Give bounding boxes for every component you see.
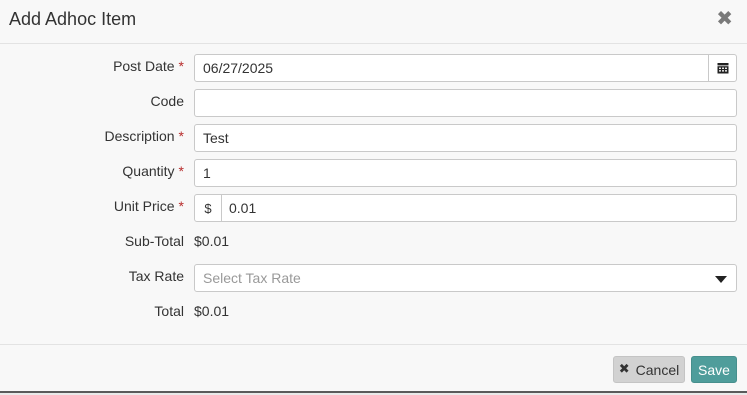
modal-header: Add Adhoc Item ✖ <box>0 0 747 44</box>
description-field-wrapper <box>194 124 737 152</box>
quantity-field-wrapper <box>194 159 737 187</box>
modal-footer: ✖ Cancel Save <box>0 344 747 392</box>
unit-price-input[interactable] <box>195 195 736 221</box>
required-marker: * <box>178 198 184 214</box>
tax-rate-placeholder: Select Tax Rate <box>203 270 301 286</box>
tax-rate-row: Tax Rate Select Tax Rate <box>0 264 747 292</box>
total-row: Total $0.01 <box>0 299 747 327</box>
calendar-button[interactable] <box>708 55 736 81</box>
post-date-input[interactable] <box>195 55 736 81</box>
post-date-field-wrapper <box>194 54 737 82</box>
tax-rate-label: Tax Rate <box>128 268 184 284</box>
cancel-button-label: Cancel <box>635 361 680 378</box>
unit-price-label: Unit Price * <box>113 198 184 214</box>
post-date-row: Post Date * <box>0 54 747 82</box>
code-label: Code <box>150 93 184 109</box>
sub-total-label: Sub-Total <box>124 233 184 249</box>
code-field-wrapper <box>194 89 737 117</box>
add-adhoc-item-dialog: Add Adhoc Item ✖ Post Date* Cod <box>0 0 747 393</box>
post-date-label: Post Date * <box>113 58 184 74</box>
unit-price-field-wrapper: $ <box>194 194 737 222</box>
save-button[interactable]: Save <box>691 356 737 383</box>
sub-total-value: $0.01 <box>194 233 230 249</box>
unit-price-row: Unit Price * $ <box>0 194 747 222</box>
modal-title: Add Adhoc Item <box>9 9 137 29</box>
quantity-input[interactable] <box>195 160 736 186</box>
x-icon: ✖ <box>618 362 630 377</box>
calendar-icon <box>717 63 728 74</box>
sub-total-row: Sub-Total $0.01 <box>0 229 747 257</box>
total-value: $0.01 <box>194 303 230 319</box>
description-row: Description * <box>0 124 747 152</box>
close-icon[interactable]: ✖ <box>716 8 733 28</box>
description-label: Description * <box>104 128 184 144</box>
quantity-row: Quantity * <box>0 159 747 187</box>
description-input[interactable] <box>195 125 736 151</box>
required-marker: * <box>178 58 184 74</box>
required-marker: * <box>178 163 184 179</box>
tax-rate-select[interactable]: Select Tax Rate <box>194 264 737 292</box>
total-label: Total <box>154 303 184 319</box>
currency-prefix: $ <box>195 195 222 221</box>
code-row: Code <box>0 89 747 117</box>
cancel-button[interactable]: ✖ Cancel <box>613 356 685 383</box>
quantity-label: Quantity * <box>122 163 184 179</box>
caret-down-icon <box>715 276 727 283</box>
code-input[interactable] <box>195 90 736 116</box>
required-marker: * <box>178 128 184 144</box>
